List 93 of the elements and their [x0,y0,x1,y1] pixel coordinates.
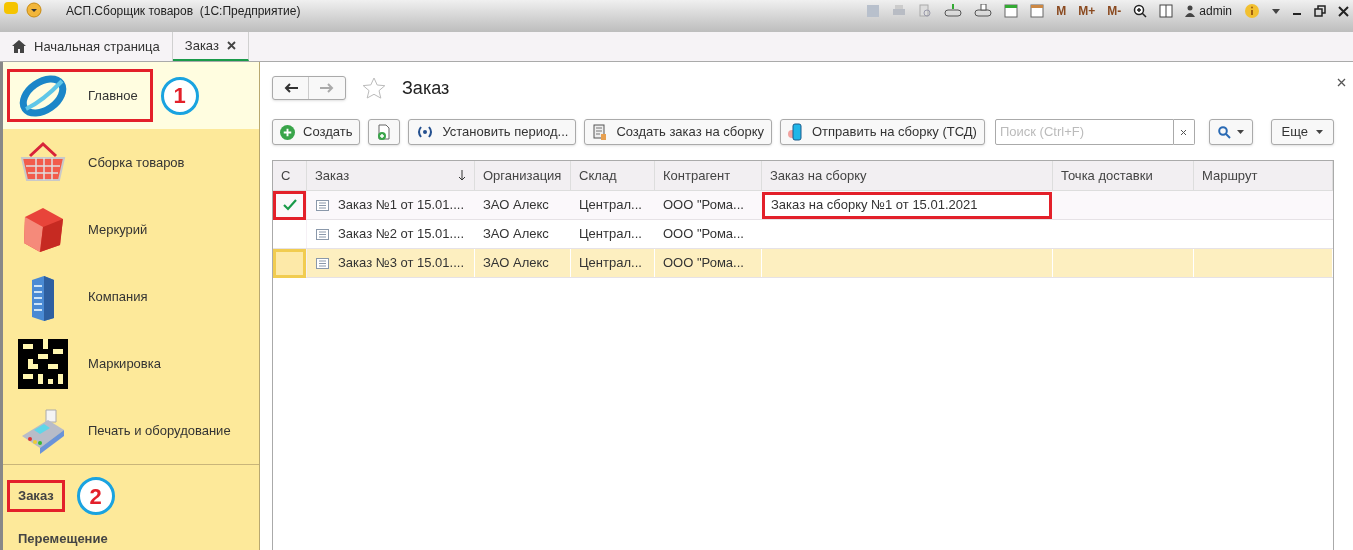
table-row[interactable]: Заказ №1 от 15.01.... ЗАО Алекс Централ... ООО "Рома... Заказ на сборку №1 от 15.01.2021 [273,191,1333,220]
matrix-code-icon [18,338,68,389]
tab-label: Начальная страница [34,37,160,56]
column-header[interactable]: С [273,161,307,190]
search-icon [1217,125,1231,139]
table-row[interactable]: Заказ №2 от 15.01.... ЗАО Алекс Централ... ООО "Рома... [273,220,1333,249]
table-row[interactable]: Заказ №3 от 15.01.... ЗАО Алекс Централ... ООО "Рома... [273,249,1333,278]
number-marker: 2 [76,477,115,515]
sidebar-label: Компания [88,287,148,306]
table-cell-text: ЗАО Алекс [482,254,549,273]
app-logo-icon [4,2,18,14]
sidebar-item[interactable]: Печать и оборудование [3,397,259,464]
sidebar-label: Печать и оборудование [88,421,231,440]
search-button[interactable] [1208,119,1253,145]
table-cell-text: ЗАО Алекс [482,225,549,244]
toolbar-button[interactable]: Создать заказ на сборку [584,119,772,145]
calendar-icon[interactable] [1030,4,1045,18]
sidebar-label: Маркировка [88,354,161,373]
phone-icon [788,123,804,141]
check-cell[interactable] [273,190,306,220]
sidebar-item[interactable]: Меркурий [3,196,259,263]
toolbar-button[interactable]: Создать [272,119,361,145]
user-icon [1185,5,1196,17]
document-plus-icon [376,123,393,141]
table-cell-text: Заказ на сборку №1 от 15.01.2021 [771,196,978,215]
sort-arrow-icon [458,170,466,181]
window-title: АСП.Сборщик товаров (1С:Предприятие) [66,3,301,20]
link-document-icon[interactable] [974,4,993,18]
plus-icon [280,124,295,140]
close-icon[interactable] [1337,78,1346,87]
column-header[interactable]: Контрагент [655,161,762,190]
caret-icon[interactable] [1272,8,1280,14]
table-cell-text: ООО "Рома... [662,196,744,215]
table-cell-text: Централ... [578,196,642,215]
tab[interactable]: Начальная страница [0,32,173,61]
memory-button[interactable]: M [1056,2,1067,20]
star-icon[interactable] [362,76,386,100]
period-icon [416,125,435,139]
caret-icon [1236,130,1244,134]
dropdown-menu-icon[interactable] [26,2,42,18]
home-icon [12,40,26,53]
document-hand-icon [592,123,609,141]
arrow-left-icon [283,83,298,93]
close-icon[interactable] [1338,5,1349,17]
sidebar-item[interactable]: Главное 1 [3,62,259,129]
sidebar-item[interactable]: Маркировка [3,330,259,397]
table-cell-text: Заказ №1 от 15.01.... [338,196,464,215]
sidebar-item[interactable]: Сборка товаров [3,129,259,196]
table-cell-text: Централ... [578,254,642,273]
arrow-right-icon [320,83,334,93]
column-header[interactable]: Заказ [307,161,475,190]
clear-icon [1180,128,1188,136]
command-link[interactable]: Перемещение [7,523,119,550]
table-cell-text: ООО "Рома... [662,254,744,273]
user-name[interactable]: admin [1199,2,1232,20]
form-title: Заказ [402,76,450,100]
table-cell-text: Централ... [578,225,642,244]
document-icon [316,228,329,240]
caret-icon [1316,130,1323,134]
column-header[interactable]: Склад [571,161,655,190]
zoom-icon[interactable] [1133,4,1148,18]
command-link[interactable]: Заказ [7,480,65,512]
current-cell[interactable] [273,248,306,278]
panels-icon[interactable] [1159,4,1174,18]
number-marker: 1 [160,76,199,115]
memory-button[interactable]: M- [1107,2,1122,20]
toolbar-button[interactable]: Отправить на сборку (ТСД) [780,119,985,145]
info-icon[interactable] [1244,3,1260,19]
column-header[interactable]: Маршрут [1194,161,1333,190]
column-header[interactable]: Организация [475,161,571,190]
table-cell-text: Заказ №2 от 15.01.... [338,225,464,244]
document-icon [316,199,329,211]
sidebar-label: Сборка товаров [88,153,185,172]
restore-icon[interactable] [1314,5,1326,17]
close-icon[interactable] [226,41,236,50]
sidebar-label: Меркурий [88,220,148,239]
document-icon [316,257,329,269]
column-header[interactable]: Заказ на сборку [762,161,1053,190]
sidebar-item[interactable]: Компания [3,263,259,330]
more-button[interactable]: Еще [1270,119,1334,145]
calculator-icon[interactable] [1004,4,1019,18]
tab-label: Заказ [184,36,219,55]
toolbar-button[interactable]: Установить период... [408,119,577,145]
sidebar-label: Главное [88,86,138,105]
memory-button[interactable]: M+ [1078,2,1096,20]
search-field[interactable]: Поиск (Ctrl+F) [994,119,1174,145]
checkmark-icon [282,199,297,211]
link-icon[interactable] [944,4,963,18]
column-header[interactable]: Точка доставки [1053,161,1194,190]
table-cell-text: ЗАО Алекс [482,196,549,215]
table-cell-text: ООО "Рома... [662,225,744,244]
table-cell-text: Заказ №3 от 15.01.... [338,254,464,273]
toolbar-button[interactable] [368,119,401,145]
